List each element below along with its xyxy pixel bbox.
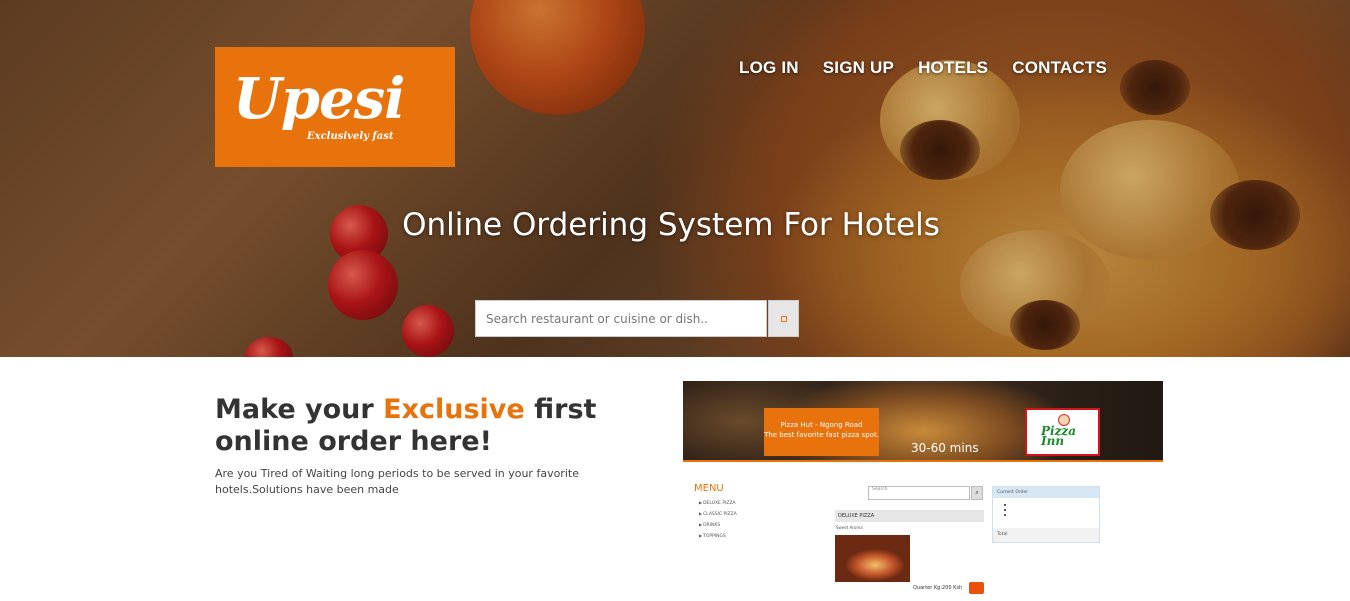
preview-menu-item: DELUXE PIZZA	[699, 498, 737, 509]
brand-logo[interactable]: Upesi Exclusively fast	[215, 47, 455, 167]
preview-item-price: Quarter Kg:200 Ksh	[913, 585, 963, 591]
hero-title: Online Ordering System For Hotels	[402, 207, 940, 243]
preview-menu-list: DELUXE PIZZA CLASSIC PIZZA DRINKS TOPPIN…	[699, 498, 737, 542]
preview-delivery-time: 30-60 mins	[911, 441, 979, 455]
preview-item-image	[835, 535, 910, 582]
intro-headline: Make your Exclusive first online order h…	[215, 394, 665, 458]
logo-wordmark: Upesi	[233, 66, 405, 132]
preview-restaurant-info: Pizza Hut - Ngong Road The best favorite…	[764, 408, 879, 456]
nav-hotels-link[interactable]: HOTELS	[918, 58, 988, 78]
preview-restaurant-logo: Pizza Inn	[1025, 408, 1100, 456]
preview-order-panel: Current Order Total	[992, 486, 1100, 543]
logo-tagline: Exclusively fast	[307, 131, 394, 142]
preview-order-total: Total	[993, 528, 1099, 542]
search-button[interactable]	[768, 300, 799, 337]
preview-restaurant-name: Pizza Hut - Ngong Road	[780, 421, 863, 429]
headline-accent: Exclusive	[383, 394, 525, 425]
headline-prefix: Make your	[215, 394, 384, 425]
preview-restaurant-banner: Pizza Hut - Ngong Road The best favorite…	[683, 381, 1163, 462]
preview-add-icon	[969, 582, 984, 594]
nav-contacts-link[interactable]: CONTACTS	[1012, 58, 1107, 78]
preview-logo-text: Pizza Inn	[1041, 424, 1076, 448]
hero-banner: Upesi Exclusively fast LOG IN SIGN UP HO…	[0, 0, 1350, 357]
preview-search-field: Search	[868, 486, 970, 500]
preview-order-title: Current Order	[993, 487, 1099, 498]
preview-section-title: DELUXE PIZZA	[835, 510, 984, 522]
nav-login-link[interactable]: LOG IN	[739, 58, 799, 78]
preview-restaurant-slogan: The best favorite fast pizza spot.	[764, 431, 879, 439]
intro-body: Are you Tired of Waiting long periods to…	[215, 467, 579, 496]
preview-order-dots-icon	[1004, 504, 1006, 519]
preview-menu-item: DRINKS	[699, 520, 737, 531]
preview-item-name: Sweet Aroma	[836, 525, 863, 530]
preview-menu-item: TOPPINGS	[699, 531, 737, 542]
preview-search-icon: ⌕	[971, 486, 983, 500]
search-icon	[780, 315, 787, 322]
nav-signup-link[interactable]: SIGN UP	[823, 58, 894, 78]
preview-menu-title: MENU	[694, 483, 724, 494]
preview-menu-item: CLASSIC PIZZA	[699, 509, 737, 520]
main-nav: LOG IN SIGN UP HOTELS CONTACTS	[739, 58, 1107, 78]
search-input[interactable]	[475, 300, 767, 337]
